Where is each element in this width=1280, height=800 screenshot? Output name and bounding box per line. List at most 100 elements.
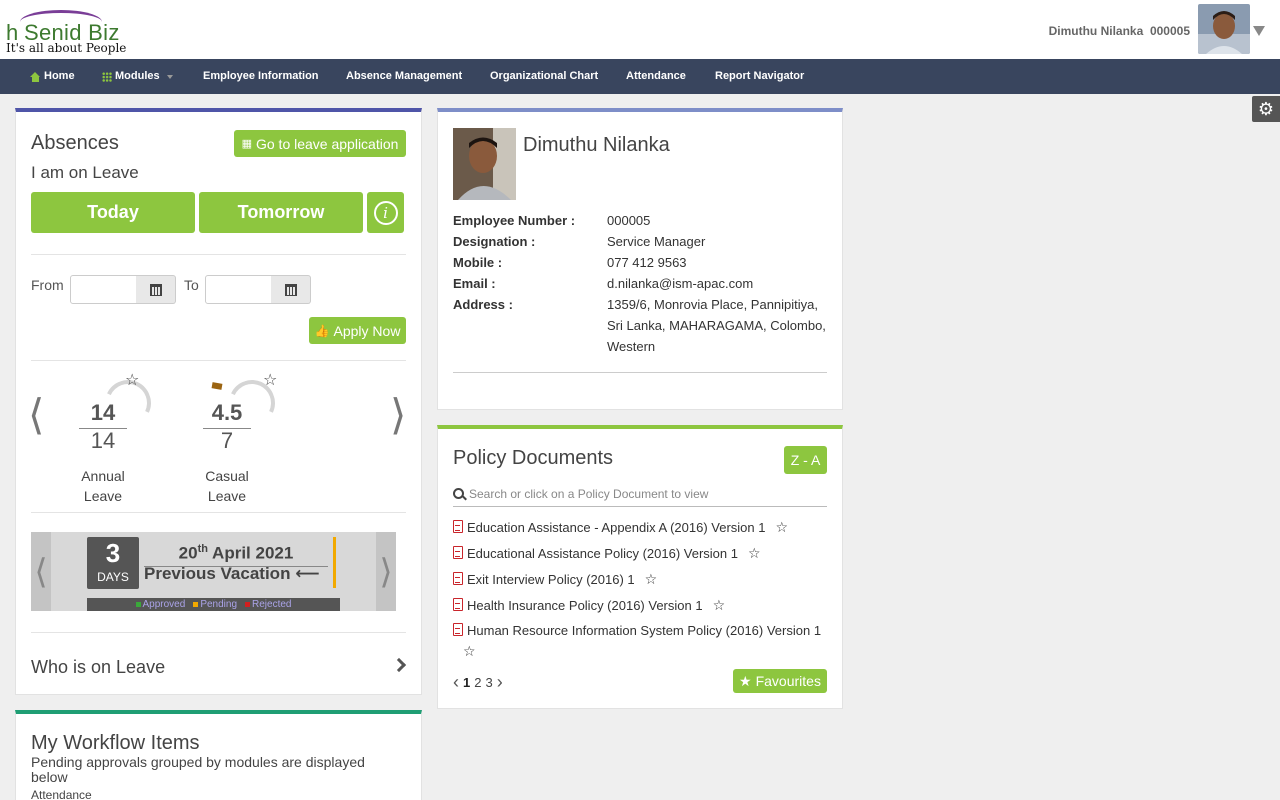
policy-search-input[interactable]: Search or click on a Policy Document to …	[453, 481, 827, 507]
user-avatar[interactable]	[1198, 4, 1250, 54]
chevron-left-icon[interactable]: ‹	[453, 672, 459, 693]
pdf-icon	[453, 520, 463, 533]
leave-carousel-next-arrow[interactable]: ⟩	[390, 390, 406, 439]
legend-label: Approved	[142, 599, 186, 610]
workflow-panel: My Workflow Items Pending approvals grou…	[15, 710, 422, 800]
nav-report-navigator[interactable]: Report Navigator	[715, 59, 804, 94]
page-2[interactable]: 2	[474, 675, 481, 690]
calendar-icon	[284, 283, 297, 296]
profile-value: d.nilanka@ism-apac.com	[607, 276, 754, 291]
button-label: Z - A	[790, 452, 821, 468]
page-3[interactable]: 3	[485, 675, 492, 690]
who-is-on-leave-link[interactable]: Who is on Leave	[31, 657, 165, 678]
star-icon[interactable]: ☆	[775, 519, 788, 535]
hsenid-biz-logo[interactable]: h Senid Biz It's all about People	[6, 8, 146, 56]
nav-employee-information[interactable]: Employee Information	[203, 59, 319, 94]
user-menu-caret-icon[interactable]	[1253, 26, 1265, 36]
policy-document-item[interactable]: Educational Assistance Policy (2016) Ver…	[453, 543, 833, 564]
legend-swatch	[193, 602, 199, 607]
date-day: 20	[178, 543, 198, 563]
days-number: 3	[105, 538, 121, 568]
pagination: ‹ 1 2 3 ›	[453, 672, 503, 693]
info-button[interactable]: i	[367, 192, 404, 233]
policy-document-item[interactable]: Human Resource Information System Policy…	[453, 621, 833, 662]
go-to-leave-application-button[interactable]: ▦ Go to leave application	[234, 130, 406, 157]
user-name-label: Dimuthu Nilanka 000005	[1049, 24, 1190, 38]
from-date-picker-button[interactable]	[136, 275, 176, 304]
top-header: h Senid Biz It's all about People Dimuth…	[0, 0, 1280, 59]
star-icon[interactable]: ☆	[748, 545, 761, 561]
vacation-next-arrow[interactable]: ⟩	[376, 532, 396, 611]
today-button[interactable]: Today	[31, 192, 195, 233]
nav-home-label: Home	[44, 70, 75, 82]
star-icon[interactable]: ☆	[263, 370, 277, 390]
profile-value: 077 412 9563	[607, 255, 687, 270]
workflow-title: My Workflow Items	[31, 732, 200, 754]
star-icon: ★	[739, 672, 752, 689]
policy-document-item[interactable]: Education Assistance - Appendix A (2016)…	[453, 517, 833, 538]
main-navbar: Home Modules Employee Information Absenc…	[0, 59, 1280, 94]
tomorrow-button[interactable]: Tomorrow	[199, 192, 363, 233]
legend-pending: Pending	[193, 599, 237, 610]
logo-tagline: It's all about People	[6, 41, 127, 55]
policy-document-item[interactable]: Health Insurance Policy (2016) Version 1…	[453, 595, 833, 616]
vacation-label: Previous Vacation ⟵	[144, 564, 320, 584]
profile-key: Employee Number :	[453, 213, 576, 228]
vacation-prev-arrow[interactable]: ⟨	[31, 532, 51, 611]
document-title[interactable]: Educational Assistance Policy (2016) Ver…	[467, 546, 738, 561]
previous-vacation-strip: ⟨ ⟩ 3 DAYS 20th April 2021 Previous Vaca…	[31, 532, 396, 611]
policy-document-item[interactable]: Exit Interview Policy (2016) 1 ☆	[453, 569, 833, 590]
nav-attendance[interactable]: Attendance	[626, 59, 686, 94]
legend-swatch	[135, 602, 141, 607]
policy-documents-panel: Policy Documents Z - A Search or click o…	[437, 425, 843, 709]
star-icon[interactable]: ☆	[125, 370, 139, 390]
leave-carousel-prev-arrow[interactable]: ⟨	[28, 390, 44, 439]
star-icon[interactable]: ☆	[645, 571, 658, 587]
star-icon[interactable]: ☆	[463, 643, 476, 659]
absences-subtitle: I am on Leave	[31, 163, 139, 182]
document-title[interactable]: Health Insurance Policy (2016) Version 1	[467, 598, 703, 613]
from-date-input[interactable]	[70, 275, 137, 304]
profile-key: Email :	[453, 276, 496, 291]
nav-label: Attendance	[626, 70, 686, 82]
legend-label: Pending	[200, 599, 238, 610]
chevron-right-icon[interactable]: ›	[497, 672, 503, 693]
user-name: Dimuthu Nilanka	[1048, 24, 1144, 38]
legend-label: Rejected	[252, 599, 292, 610]
document-title[interactable]: Exit Interview Policy (2016) 1	[467, 572, 635, 587]
nav-home[interactable]: Home	[30, 59, 75, 94]
user-id: 000005	[1149, 24, 1190, 38]
nav-modules[interactable]: Modules	[102, 59, 173, 94]
to-date-picker-button[interactable]	[271, 275, 311, 304]
nav-label: Report Navigator	[715, 70, 805, 82]
leave-total: 7	[220, 428, 234, 453]
date-month-year: April 2021	[207, 543, 294, 563]
policy-title: Policy Documents	[453, 447, 614, 469]
absences-panel: Absences I am on Leave ▦ Go to leave app…	[15, 108, 422, 695]
apply-now-button[interactable]: 👍 Apply Now	[309, 317, 406, 344]
nav-label: Employee Information	[203, 70, 319, 82]
workflow-section-attendance[interactable]: Attendance	[31, 788, 92, 800]
legend-approved: Approved	[135, 599, 186, 610]
page-1[interactable]: 1	[463, 675, 470, 690]
leave-total: 14	[90, 428, 116, 453]
nav-absence-management[interactable]: Absence Management	[346, 59, 462, 94]
document-title[interactable]: Education Assistance - Appendix A (2016)…	[467, 520, 765, 535]
leave-name-line: Annual	[81, 468, 125, 484]
nav-organizational-chart[interactable]: Organizational Chart	[490, 59, 598, 94]
sort-z-a-button[interactable]: Z - A	[784, 446, 827, 474]
home-icon	[30, 71, 41, 82]
leave-available: 4.5	[211, 400, 243, 425]
info-glyph: i	[383, 203, 388, 222]
to-date-input[interactable]	[205, 275, 272, 304]
nav-label: Absence Management	[346, 70, 463, 82]
document-title[interactable]: Human Resource Information System Policy…	[467, 623, 821, 638]
legend-rejected: Rejected	[245, 599, 291, 610]
profile-value: 000005	[607, 213, 651, 228]
settings-button[interactable]: ⚙	[1252, 96, 1280, 122]
favourites-button[interactable]: ★ Favourites	[733, 669, 827, 693]
chevron-right-icon[interactable]	[391, 657, 407, 673]
vacation-label-text: Previous Vacation	[144, 564, 291, 583]
search-placeholder: Search or click on a Policy Document to …	[469, 486, 709, 501]
star-icon[interactable]: ☆	[713, 597, 726, 613]
